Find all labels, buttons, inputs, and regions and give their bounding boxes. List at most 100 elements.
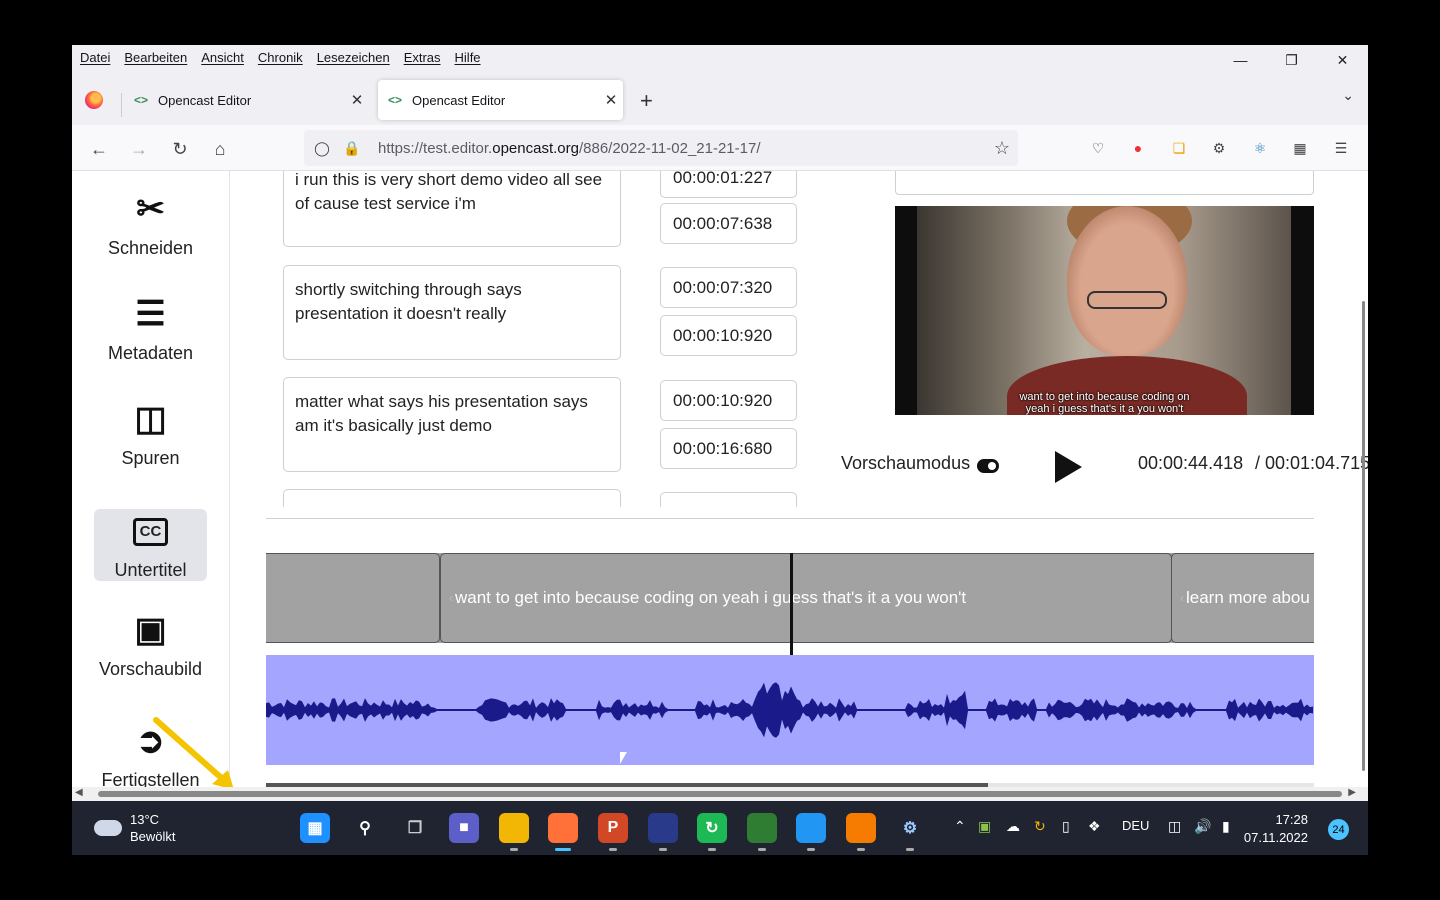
windows-taskbar: 13°C Bewölkt ▦ ⚲ ❐ ■ P ↻ ⚙ ⌃ ▣ ☁ ↻ ▯ ❖ D… <box>72 801 1368 855</box>
file-explorer-icon[interactable] <box>499 813 529 851</box>
forward-icon[interactable]: → <box>125 135 153 163</box>
sidebar-item-untertitel[interactable]: CC Untertitel <box>94 509 207 581</box>
scroll-right-icon[interactable]: ▶ <box>1348 787 1356 798</box>
gear-extension-icon[interactable]: ⚙ <box>1209 138 1229 158</box>
sidebar-item-spuren[interactable]: ◫ Spuren <box>94 397 207 469</box>
subtitle-start-time[interactable]: 00:00:01:227 <box>660 171 797 198</box>
search-icon[interactable]: ⚲ <box>350 813 380 843</box>
subtitle-text-field[interactable]: matter what says his presentation says a… <box>283 377 621 472</box>
clock[interactable]: 17:28 07.11.2022 <box>1244 811 1308 847</box>
drag-handle-icon[interactable]: ‹ <box>449 591 453 605</box>
menu-lesezeichen[interactable]: Lesezeichen <box>310 50 397 65</box>
navigation-bar: ← → ↻ ⌂ ◯ 🔒 https://test.editor.opencast… <box>72 125 1368 171</box>
menu-bearbeiten[interactable]: Bearbeiten <box>117 50 194 65</box>
sidebar-item-metadaten[interactable]: ☰ Metadaten <box>94 292 207 364</box>
video-preview[interactable]: want to get into because coding on yeah … <box>895 206 1314 415</box>
sync-tray-icon[interactable]: ↻ <box>1034 818 1046 835</box>
waveform-graphic <box>266 682 1313 738</box>
sync-app-icon[interactable]: ↻ <box>697 813 727 851</box>
tab-separator <box>121 93 122 117</box>
photos-app-icon[interactable] <box>796 813 826 851</box>
menu-hilfe[interactable]: Hilfe <box>448 50 488 65</box>
notification-badge[interactable]: 24 <box>1328 819 1349 840</box>
multi-window-extension-icon[interactable]: ❏ <box>1169 138 1189 158</box>
drag-handle-icon[interactable]: ‹ <box>1180 591 1184 605</box>
sidebar-item-vorschaubild[interactable]: ▣ Vorschaubild <box>94 608 207 680</box>
language-indicator[interactable]: DEU <box>1122 818 1149 833</box>
page-scroll-thumb[interactable] <box>98 791 1342 797</box>
timeline-segment-text: learn more abou <box>1186 588 1310 607</box>
lock-icon[interactable]: 🔒 <box>340 140 364 157</box>
opencast-icon: <> <box>388 93 403 107</box>
scroll-left-icon[interactable]: ◀ <box>75 787 83 798</box>
sidebar-item-schneiden[interactable]: ✂ Schneiden <box>94 187 207 259</box>
audio-waveform[interactable] <box>266 655 1314 765</box>
hamburger-menu-icon[interactable]: ☰ <box>1331 138 1351 158</box>
tab-opencast-editor-1[interactable]: <> Opencast Editor ✕ <box>124 80 369 120</box>
new-tab-button[interactable]: + <box>640 88 653 114</box>
reload-icon[interactable]: ↻ <box>166 135 194 163</box>
subtitle-end-time[interactable]: 00:00:10:920 <box>660 315 797 356</box>
weather-widget[interactable]: 13°C Bewölkt <box>94 811 176 845</box>
bookmark-star-icon[interactable]: ☆ <box>994 138 1010 159</box>
pocket-icon[interactable]: ♡ <box>1088 138 1108 158</box>
subtitle-text-field[interactable]: shortly switching through says presentat… <box>283 265 621 360</box>
tray-app-icon[interactable]: ▣ <box>978 818 991 835</box>
playhead[interactable] <box>790 553 793 655</box>
tab-close-icon[interactable]: ✕ <box>345 91 369 109</box>
onedrive-icon[interactable]: ☁ <box>1006 818 1020 835</box>
url-bar[interactable]: ◯ 🔒 https://test.editor.opencast.org/886… <box>304 130 1018 166</box>
temperature: 13°C <box>130 812 160 827</box>
timeline-segment-text: want to get into because coding on yeah … <box>455 588 967 607</box>
timeline-segment[interactable]: ‹ learn more abou <box>1171 553 1314 643</box>
powerpoint-icon[interactable]: P <box>598 813 628 851</box>
page-horizontal-scrollbar[interactable]: ◀ ▶ <box>72 787 1368 801</box>
current-time: 00:00:44.418 <box>1138 453 1244 473</box>
qr-code-icon[interactable]: ▦ <box>1290 138 1310 158</box>
menu-chronik[interactable]: Chronik <box>251 50 310 65</box>
menu-extras[interactable]: Extras <box>397 50 448 65</box>
firefox-icon[interactable] <box>85 91 103 109</box>
task-view-icon[interactable]: ❐ <box>400 813 430 843</box>
timeline-segment[interactable]: ‹ want to get into because coding on yea… <box>440 553 1172 643</box>
home-icon[interactable]: ⌂ <box>206 135 234 163</box>
shield-icon[interactable]: ◯ <box>310 140 334 157</box>
tab-close-icon[interactable]: ✕ <box>599 91 623 109</box>
menu-ansicht[interactable]: Ansicht <box>194 50 251 65</box>
subtitle-start-time[interactable] <box>660 492 797 507</box>
list-tabs-button[interactable]: ⌄ <box>1342 87 1354 104</box>
page-vertical-scrollbar[interactable] <box>1362 301 1365 771</box>
film-icon: ◫ <box>134 400 167 438</box>
scissors-icon: ✂ <box>136 190 165 228</box>
obs-app-icon[interactable] <box>846 813 876 851</box>
back-icon[interactable]: ← <box>85 135 113 163</box>
subtitle-end-time[interactable]: 00:00:07:638 <box>660 203 797 244</box>
play-icon[interactable] <box>1055 451 1082 483</box>
windows-start-icon[interactable]: ▦ <box>300 813 330 843</box>
subtitle-start-time[interactable]: 00:00:07:320 <box>660 267 797 308</box>
chevron-up-icon[interactable]: ⌃ <box>954 818 966 835</box>
usb-icon[interactable]: ▯ <box>1062 818 1070 835</box>
dropbox-icon[interactable]: ❖ <box>1088 818 1101 835</box>
video-frame <box>917 206 1291 415</box>
subtitle-start-time[interactable]: 00:00:10:920 <box>660 380 797 421</box>
network-icon[interactable]: ◫ <box>1168 818 1181 835</box>
settings-icon[interactable]: ⚙ <box>895 813 925 851</box>
menu-datei[interactable]: Datei <box>72 50 117 65</box>
tab-opencast-editor-2[interactable]: <> Opencast Editor ✕ <box>378 80 623 120</box>
preview-mode-toggle[interactable] <box>977 459 999 473</box>
teams-chat-icon[interactable]: ■ <box>449 813 479 843</box>
preview-mode-label: Vorschaumodus <box>841 453 971 473</box>
thunderbird-icon[interactable] <box>648 813 678 851</box>
url-text[interactable]: https://test.editor.opencast.org/886/202… <box>378 140 761 157</box>
subtitle-end-time[interactable]: 00:00:16:680 <box>660 428 797 469</box>
color-extension-icon[interactable]: ● <box>1128 138 1148 158</box>
react-extension-icon[interactable]: ⚛ <box>1250 138 1270 158</box>
green-app-icon[interactable] <box>747 813 777 851</box>
volume-icon[interactable]: 🔊 <box>1194 818 1211 835</box>
battery-icon[interactable]: ▮ <box>1222 818 1230 835</box>
subtitle-text-field[interactable] <box>283 489 621 507</box>
timeline-segment[interactable] <box>266 553 440 643</box>
subtitle-text-field[interactable]: i run this is very short demo video all … <box>283 171 621 247</box>
firefox-taskbar-icon[interactable] <box>548 813 578 851</box>
